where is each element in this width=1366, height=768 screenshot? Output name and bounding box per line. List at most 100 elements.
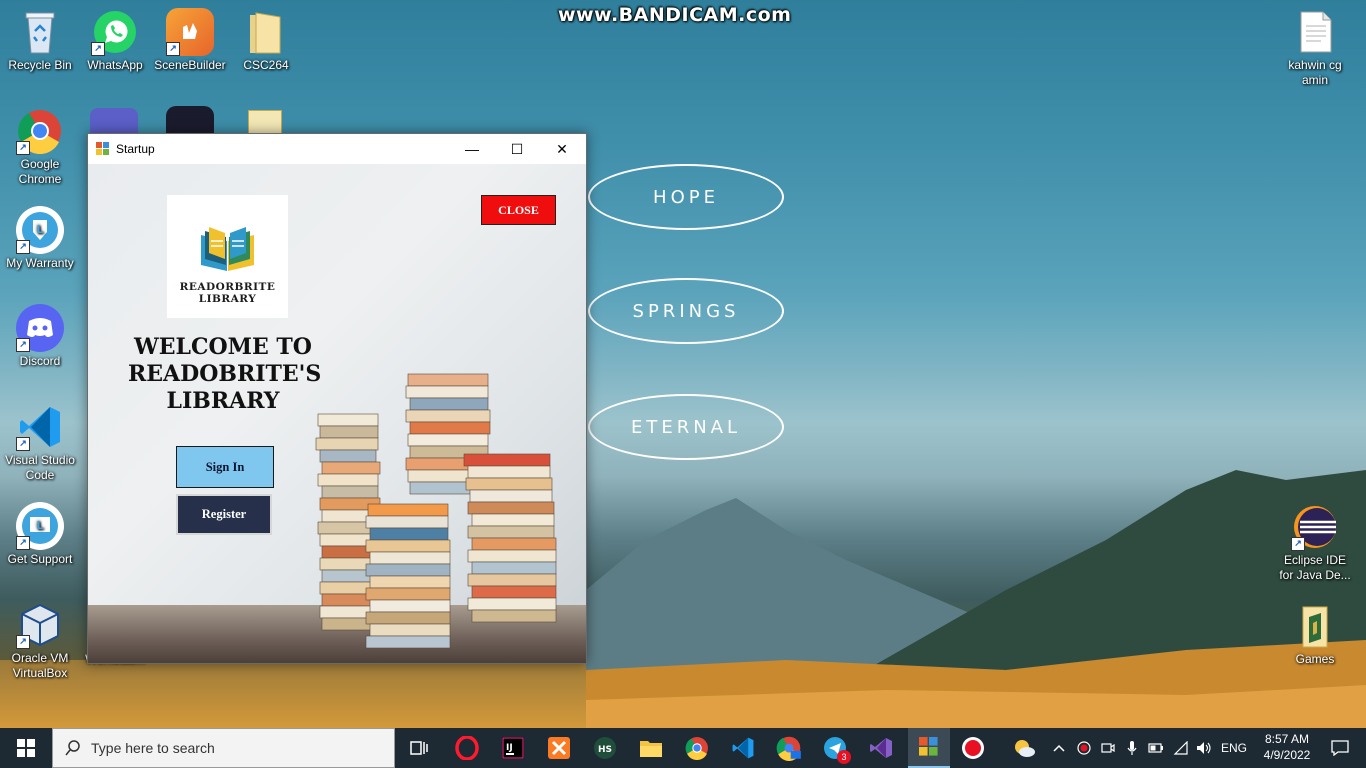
intellij-icon[interactable]: IJ <box>497 732 529 764</box>
weather-icon[interactable] <box>1008 732 1040 764</box>
shortcut-arrow-icon: ↗ <box>16 338 30 352</box>
library-logo: READORBRITE LIBRARY <box>167 195 288 318</box>
notifications-icon[interactable] <box>1322 728 1358 768</box>
desktop-icon-scenebuilder[interactable]: ↗ SceneBuilder <box>151 8 229 73</box>
svg-text:IJ: IJ <box>506 743 513 753</box>
vscode-icon: ↗ <box>16 403 64 451</box>
volume-icon[interactable] <box>1194 728 1214 768</box>
shortcut-arrow-icon: ↗ <box>16 536 30 550</box>
chrome-taskbar-icon[interactable] <box>681 732 713 764</box>
recycle-bin-icon <box>16 8 64 56</box>
webex-icon[interactable] <box>166 106 214 134</box>
desktop-icon-virtualbox[interactable]: ↗ Oracle VM VirtualBox <box>1 601 79 681</box>
maximize-button[interactable]: ☐ <box>494 134 540 164</box>
startup-form: READORBRITE LIBRARY WELCOME TO READOBRIT… <box>88 164 586 663</box>
clock-date: 4/9/2022 <box>1263 748 1311 762</box>
desktop-icon-whatsapp[interactable]: ↗ WhatsApp <box>76 8 154 73</box>
chrome-icon: ↗ <box>16 107 64 155</box>
app-icon <box>96 142 110 156</box>
folder-icon <box>242 8 290 56</box>
svg-text:L: L <box>36 223 43 236</box>
desktop-icon-google-chrome[interactable]: ↗ Google Chrome <box>1 107 79 187</box>
oval-springs: SPRINGS <box>588 278 784 344</box>
whatsapp-icon: ↗ <box>91 8 139 56</box>
welcome-heading: WELCOME TO READOBRITE'S LIBRARY <box>128 334 322 414</box>
landscape-foreground <box>0 660 586 728</box>
bandicam-record-icon[interactable] <box>957 732 989 764</box>
search-icon <box>65 740 80 756</box>
tray-overflow-icon[interactable] <box>1050 728 1068 768</box>
warranty-shield-icon: L ↗ <box>16 206 64 254</box>
desktop-icon-label: Games <box>1295 652 1335 666</box>
language-indicator[interactable]: ENG <box>1218 728 1250 768</box>
task-view-icon[interactable] <box>403 732 435 764</box>
close-button[interactable]: CLOSE <box>481 195 556 225</box>
taskbar-clock[interactable]: 8:57 AM 4/9/2022 <box>1252 731 1322 763</box>
desktop-icon-label: WhatsApp <box>87 58 143 72</box>
startup-window: Startup — ☐ ✕ READORBRITE LIBRARY WELCOM… <box>87 133 587 664</box>
eclipse-icon: ↗ <box>1291 503 1339 551</box>
startup-app-taskbar-icon[interactable] <box>908 728 950 768</box>
shortcut-arrow-icon: ↗ <box>16 635 30 649</box>
telegram-badge: 3 <box>837 750 851 764</box>
desktop-icon-label: Oracle VM VirtualBox <box>11 651 69 680</box>
chrome-remote-icon[interactable] <box>773 732 805 764</box>
desktop-icon-label: Get Support <box>7 552 73 566</box>
register-button[interactable]: Register <box>176 494 272 535</box>
shortcut-arrow-icon: ↗ <box>1291 537 1305 551</box>
desktop-icon-eclipse[interactable]: ↗ Eclipse IDE for Java De... <box>1276 503 1354 583</box>
shortcut-arrow-icon: ↗ <box>16 141 30 155</box>
windows-logo-icon <box>17 739 35 757</box>
open-book-logo-icon <box>201 227 254 271</box>
hotspot-shield-icon[interactable]: HS <box>589 732 621 764</box>
logo-text: READORBRITE LIBRARY <box>179 281 276 305</box>
microphone-icon[interactable] <box>1122 728 1142 768</box>
battery-icon[interactable] <box>1146 728 1166 768</box>
book-stacks-image <box>315 373 557 649</box>
close-window-button[interactable]: ✕ <box>539 134 585 164</box>
desktop-icon-label: Discord <box>19 354 61 368</box>
telegram-icon[interactable]: 3 <box>819 732 851 764</box>
games-folder-icon <box>1291 602 1339 650</box>
oval-hope: HOPE <box>588 164 784 230</box>
taskbar-search-box[interactable]: Type here to search <box>52 728 395 768</box>
sign-in-button[interactable]: Sign In <box>176 446 274 488</box>
visual-studio-icon[interactable] <box>865 732 897 764</box>
discord-icon: ↗ <box>16 304 64 352</box>
desktop-icon-vscode[interactable]: ↗ Visual Studio Code <box>1 403 79 483</box>
desktop-icon-label: Google Chrome <box>18 157 62 186</box>
scenebuilder-icon: ↗ <box>166 8 214 56</box>
xampp-icon[interactable] <box>543 732 575 764</box>
start-button[interactable] <box>0 728 52 768</box>
desktop-icon-label: Visual Studio Code <box>5 453 75 482</box>
landscape-mountains <box>586 470 1366 730</box>
virtualbox-icon: ↗ <box>16 601 64 649</box>
desktop-icon-csc264[interactable]: CSC264 <box>227 8 305 73</box>
vscode-taskbar-icon[interactable] <box>727 732 759 764</box>
window-titlebar[interactable]: Startup — ☐ ✕ <box>88 134 586 164</box>
desktop-icon-get-support[interactable]: L ↗ Get Support <box>1 502 79 567</box>
teams-icon[interactable] <box>90 108 138 134</box>
desktop-icon-label: SceneBuilder <box>154 58 226 72</box>
desktop-icon-games[interactable]: Games <box>1276 602 1354 667</box>
desktop-icon-label: kahwin cg amin <box>1288 58 1342 87</box>
svg-text:L: L <box>36 519 43 532</box>
desktop-icon-my-warranty[interactable]: L ↗ My Warranty <box>1 206 79 271</box>
svg-text:HS: HS <box>598 745 612 755</box>
search-placeholder: Type here to search <box>91 740 215 756</box>
camera-icon[interactable] <box>1098 728 1118 768</box>
desktop-icon-recycle-bin[interactable]: Recycle Bin <box>1 8 79 73</box>
shortcut-arrow-icon: ↗ <box>16 437 30 451</box>
wifi-icon[interactable] <box>1170 728 1192 768</box>
window-title: Startup <box>116 142 155 156</box>
desktop-icon-discord[interactable]: ↗ Discord <box>1 304 79 369</box>
recording-indicator-icon[interactable] <box>1074 728 1094 768</box>
desktop-icon-label: Eclipse IDE for Java De... <box>1279 553 1351 582</box>
file-explorer-icon[interactable] <box>635 732 667 764</box>
document-icon <box>1291 8 1339 56</box>
clock-time: 8:57 AM <box>1264 732 1310 746</box>
desktop-icon-kahwin-cg-amin[interactable]: kahwin cg amin <box>1276 8 1354 88</box>
minimize-button[interactable]: — <box>449 134 495 164</box>
opera-icon[interactable] <box>451 732 483 764</box>
oval-eternal: ETERNAL <box>588 394 784 460</box>
